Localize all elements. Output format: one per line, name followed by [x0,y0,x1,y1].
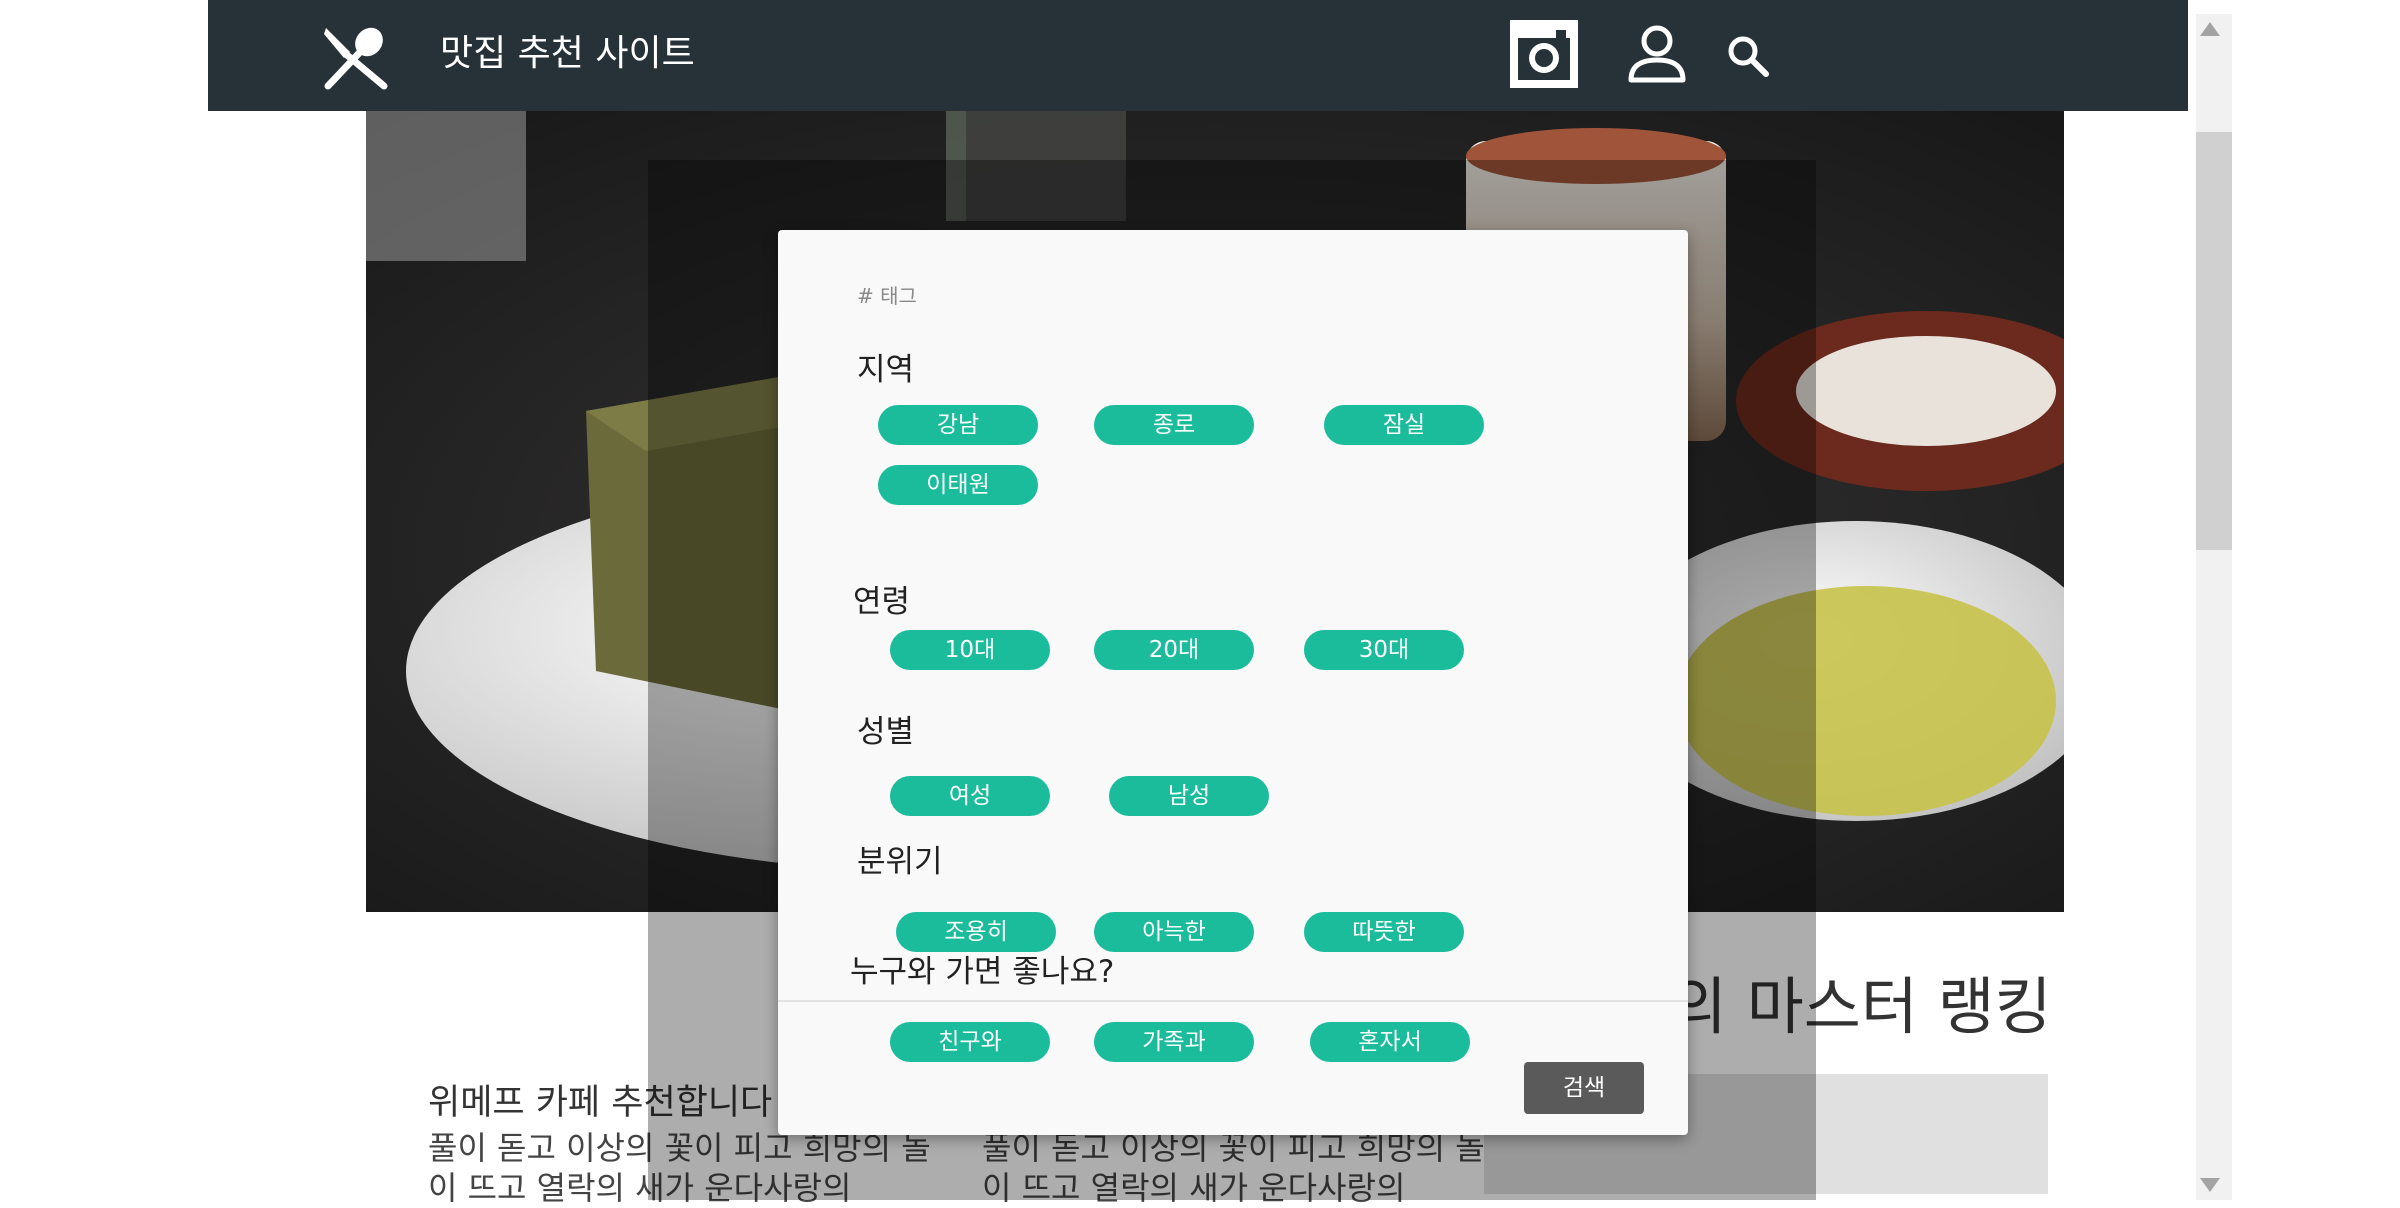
site-title[interactable]: 맛집 추천 사이트 [440,26,695,82]
chip-region-itaewon[interactable]: 이태원 [878,465,1038,505]
age-section-title: 연령 [853,584,911,620]
chip-gender-male[interactable]: 남성 [1109,776,1269,816]
modal-tag-label: # 태그 [857,284,917,308]
chip-region-jongno[interactable]: 종로 [1094,405,1254,445]
chip-gender-female[interactable]: 여성 [890,776,1050,816]
chip-age-20s[interactable]: 20대 [1094,630,1254,670]
top-navbar: 맛집 추천 사이트 [208,0,2188,111]
tag-filter-modal: # 태그 지역 강남 종로 잠실 이태원 연령 10대 20대 30대 성별 여… [778,230,1688,1135]
companion-section-title: 누구와 가면 좋나요? [850,954,1115,990]
scroll-down-arrow-icon[interactable] [2200,1178,2220,1192]
chip-region-gangnam[interactable]: 강남 [878,405,1038,445]
chip-age-30s[interactable]: 30대 [1304,630,1464,670]
chip-region-jamsil[interactable]: 잠실 [1324,405,1484,445]
utensils-icon[interactable] [320,24,392,90]
gender-section-title: 성별 [857,714,915,750]
chip-companion-alone[interactable]: 혼자서 [1310,1022,1470,1062]
chip-mood-cozy[interactable]: 아늑한 [1094,912,1254,952]
scroll-up-arrow-icon[interactable] [2200,22,2220,36]
chip-age-10s[interactable]: 10대 [890,630,1050,670]
modal-divider [778,1000,1688,1002]
region-section-title: 지역 [857,352,915,388]
chip-mood-warm[interactable]: 따뜻한 [1304,912,1464,952]
chip-companion-friends[interactable]: 친구와 [890,1022,1050,1062]
chip-companion-family[interactable]: 가족과 [1094,1022,1254,1062]
search-button[interactable]: 검색 [1524,1062,1644,1114]
mood-section-title: 분위기 [857,844,943,880]
search-icon[interactable] [1726,34,1770,78]
scrollbar-thumb[interactable] [2196,132,2232,550]
instagram-icon[interactable] [1510,20,1578,88]
user-icon[interactable] [1626,24,1688,84]
